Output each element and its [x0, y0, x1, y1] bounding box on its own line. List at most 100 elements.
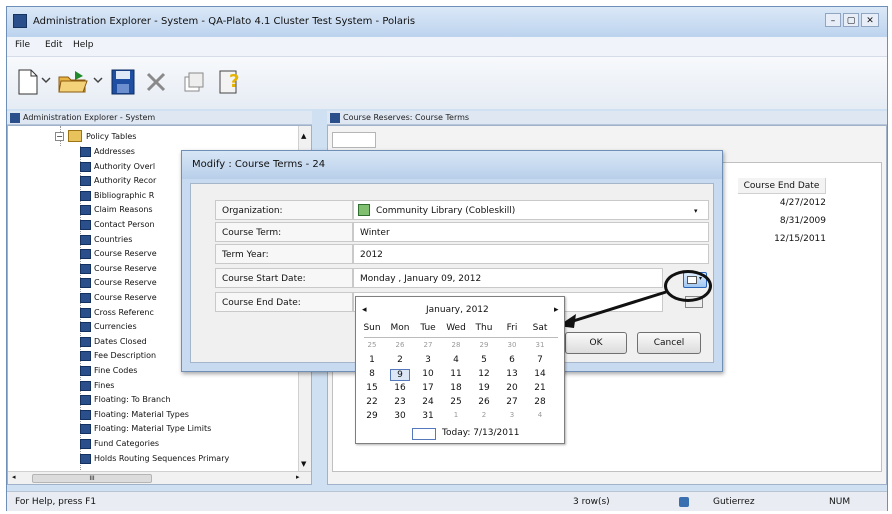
tree-item[interactable]: Bibliographic R — [94, 190, 154, 202]
calendar-day[interactable]: 13 — [502, 369, 522, 379]
calendar-day[interactable]: 16 — [390, 383, 410, 393]
calendar-day[interactable]: 1 — [446, 411, 466, 419]
save-icon[interactable] — [111, 69, 135, 95]
calendar-day[interactable]: 17 — [418, 383, 438, 393]
today-marker[interactable] — [412, 428, 436, 440]
calendar-day[interactable]: 31 — [530, 341, 550, 349]
calendar-day[interactable]: 6 — [502, 355, 522, 365]
calendar-day[interactable]: 31 — [418, 411, 438, 421]
maximize-button[interactable]: ▢ — [843, 13, 859, 27]
calendar-day[interactable]: 12 — [474, 369, 494, 379]
close-button[interactable]: ✕ — [861, 13, 879, 27]
column-header-course-end-date[interactable]: Course End Date — [738, 178, 826, 194]
calendar-day[interactable]: 23 — [390, 397, 410, 407]
menu-file[interactable]: File — [15, 40, 30, 50]
filter-tab[interactable] — [332, 132, 376, 148]
calendar-day[interactable]: 21 — [530, 383, 550, 393]
calendar-prev-button[interactable]: ◂ — [362, 305, 367, 315]
tree-item[interactable]: Authority Recor — [94, 175, 156, 187]
minimize-button[interactable]: – — [825, 13, 841, 27]
table-row[interactable]: 8/31/2009 — [738, 216, 826, 226]
collapse-toggle[interactable]: − — [55, 132, 64, 141]
calendar-day[interactable]: 11 — [446, 369, 466, 379]
calendar-day[interactable]: 30 — [390, 411, 410, 421]
delete-icon[interactable] — [145, 71, 167, 93]
tree-item[interactable]: Floating: Material Type Limits — [94, 423, 211, 435]
calendar-day[interactable]: 29 — [362, 411, 382, 421]
tree-item[interactable]: Course Reserve — [94, 292, 157, 304]
organization-select[interactable]: Community Library (Cobleskill) ▾ — [353, 200, 709, 220]
table-row[interactable]: 12/15/2011 — [738, 234, 826, 244]
term-year-field[interactable]: 2012 — [353, 244, 709, 264]
calendar-day[interactable]: 27 — [502, 397, 522, 407]
calendar-day[interactable]: 28 — [530, 397, 550, 407]
calendar-day[interactable]: 26 — [474, 397, 494, 407]
course-term-field[interactable]: Winter — [353, 222, 709, 242]
tree-item[interactable]: Course Reserve — [94, 277, 157, 289]
tree-item[interactable]: Fine Codes — [94, 365, 137, 377]
chevron-down-icon[interactable]: ▾ — [694, 201, 698, 221]
calendar-day[interactable]: 19 — [474, 383, 494, 393]
tree-item[interactable]: Currencies — [94, 321, 137, 333]
tree-item[interactable]: Floating: Material Types — [94, 409, 189, 421]
calendar-day[interactable]: 18 — [446, 383, 466, 393]
tree-root-label[interactable]: Policy Tables — [86, 131, 136, 143]
chevron-down-icon[interactable] — [93, 75, 103, 85]
menu-help[interactable]: Help — [73, 40, 94, 50]
calendar-month-label[interactable]: January, 2012 — [426, 305, 489, 315]
tree-item[interactable]: Dates Closed — [94, 336, 147, 348]
calendar-day[interactable]: 29 — [474, 341, 494, 349]
properties-icon[interactable] — [183, 71, 205, 93]
calendar-day[interactable]: 4 — [530, 411, 550, 419]
chevron-down-icon[interactable] — [41, 75, 51, 85]
calendar-day[interactable]: 25 — [362, 341, 382, 349]
tree-item[interactable]: Addresses — [94, 146, 135, 158]
calendar-day[interactable]: 9 — [390, 369, 410, 381]
new-file-icon[interactable] — [17, 69, 39, 95]
calendar-day[interactable]: 3 — [418, 355, 438, 365]
course-start-date-field[interactable]: Monday , January 09, 2012 — [353, 268, 663, 288]
tree-item[interactable]: Floating: To Branch — [94, 394, 171, 406]
tree-item[interactable]: Fines — [94, 380, 114, 392]
calendar-day[interactable]: 2 — [390, 355, 410, 365]
calendar-day[interactable]: 15 — [362, 383, 382, 393]
tree-item[interactable]: Contact Person — [94, 219, 155, 231]
tree-item[interactable]: Holds Routing Sequences Primary — [94, 453, 229, 465]
calendar-day[interactable]: 4 — [446, 355, 466, 365]
calendar-day[interactable]: 24 — [418, 397, 438, 407]
tree-item[interactable]: Countries — [94, 234, 132, 246]
tree-item[interactable]: Course Reserve — [94, 263, 157, 275]
today-label[interactable]: Today: 7/13/2011 — [442, 428, 519, 438]
tree-item[interactable]: Course Reserve — [94, 248, 157, 260]
calendar-day[interactable]: 20 — [502, 383, 522, 393]
calendar-day[interactable]: 2 — [474, 411, 494, 419]
calendar-day[interactable]: 8 — [362, 369, 382, 379]
calendar-day[interactable]: 1 — [362, 355, 382, 365]
open-folder-icon[interactable] — [57, 69, 89, 95]
calendar-day[interactable]: 10 — [418, 369, 438, 379]
tree-item[interactable]: Claim Reasons — [94, 204, 153, 216]
help-icon[interactable]: ? — [219, 67, 245, 95]
calendar-day[interactable]: 14 — [530, 369, 550, 379]
calendar-day[interactable]: 5 — [474, 355, 494, 365]
calendar-day[interactable]: 22 — [362, 397, 382, 407]
calendar-day[interactable]: 26 — [390, 341, 410, 349]
calendar-day[interactable]: 25 — [446, 397, 466, 407]
scroll-up-arrow[interactable]: ▲ — [301, 132, 306, 140]
calendar-next-button[interactable]: ▸ — [554, 305, 559, 315]
calendar-day[interactable]: 7 — [530, 355, 550, 365]
calendar-day[interactable]: 30 — [502, 341, 522, 349]
table-row[interactable]: 4/27/2012 — [738, 198, 826, 208]
calendar-day[interactable]: 28 — [446, 341, 466, 349]
tree-item[interactable]: Authority Overl — [94, 161, 155, 173]
scroll-thumb[interactable]: III — [32, 474, 152, 483]
tree-item[interactable]: Fund Categories — [94, 438, 159, 450]
tree-item[interactable]: Fee Description — [94, 350, 156, 362]
scroll-down-arrow[interactable]: ▼ — [301, 460, 306, 468]
calendar-day[interactable]: 27 — [418, 341, 438, 349]
calendar-day[interactable]: 3 — [502, 411, 522, 419]
menu-edit[interactable]: Edit — [45, 40, 62, 50]
tree-item[interactable]: Cross Referenc — [94, 307, 154, 319]
scroll-left-arrow[interactable]: ◂ — [12, 473, 16, 481]
scroll-right-arrow[interactable]: ▸ — [296, 473, 300, 481]
